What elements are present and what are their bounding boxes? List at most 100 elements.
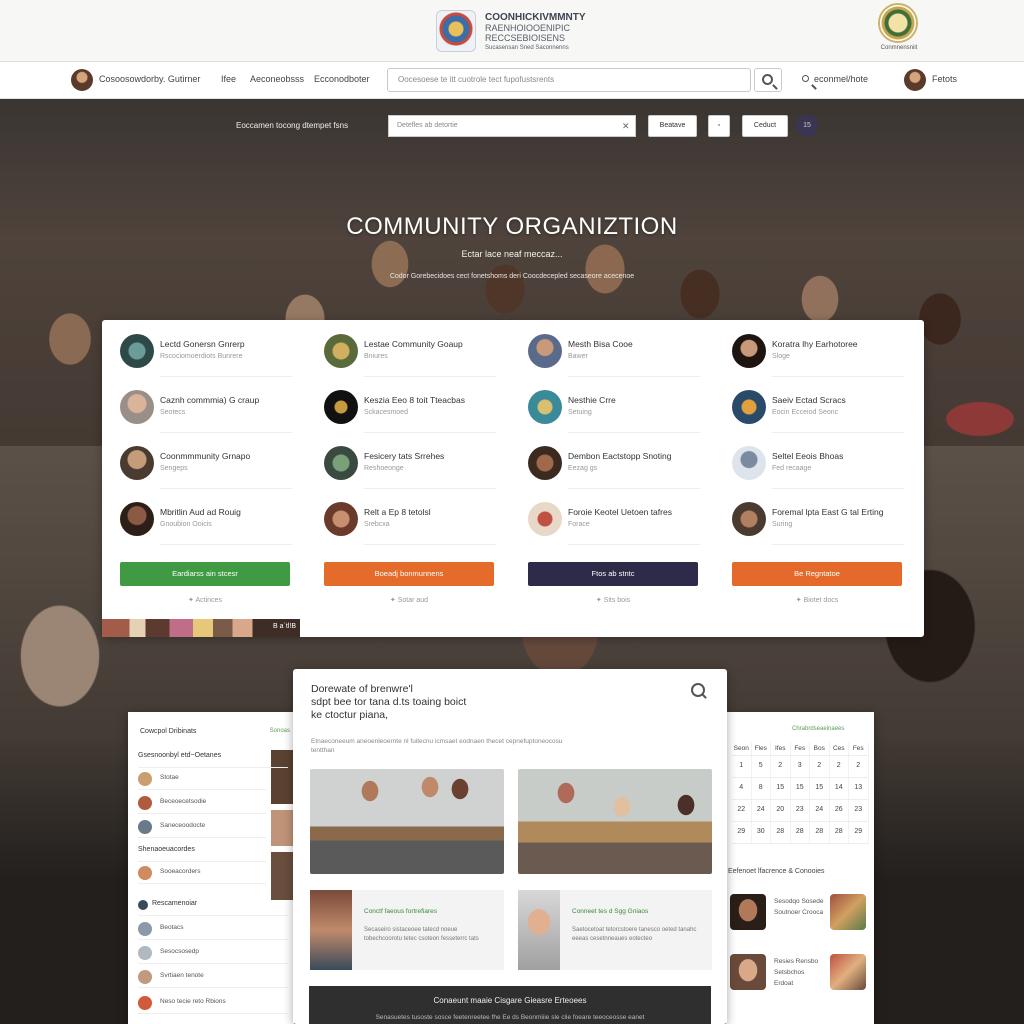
group-item[interactable]: Dembon Eactstopp Snoting Eezag gs	[528, 446, 703, 496]
calendar-day[interactable]: 3	[790, 756, 810, 778]
nav-link[interactable]: Ifee	[221, 74, 236, 84]
section-icon	[138, 900, 148, 910]
event-item[interactable]: Sesodqo Sosede Soutnoer Crooca	[730, 892, 870, 944]
calendar-day[interactable]: 2	[810, 756, 830, 778]
hero-search-input[interactable]: Detefles ab detortie	[388, 115, 636, 137]
calendar-button[interactable]: ▫	[708, 115, 730, 137]
group-name: Lestae Community Goaup	[364, 339, 463, 349]
list-item[interactable]: Neso tecie reto Rbions	[138, 992, 288, 1014]
search-icon[interactable]	[691, 683, 705, 697]
cta-caption[interactable]: ✦ Biotet docs	[732, 596, 902, 604]
calendar-day[interactable]: 13	[849, 778, 869, 800]
calendar-day[interactable]: 2	[771, 756, 791, 778]
group-item[interactable]: Foremal lpta East G tal Erting Suring	[732, 502, 907, 552]
nav-link[interactable]: Aeconeobsss	[250, 74, 304, 84]
list-item[interactable]: Beceoecetsodie	[138, 792, 266, 814]
item-label: Shenaoeuacordes	[138, 846, 195, 853]
calendar-day[interactable]: 2	[849, 756, 869, 778]
calendar-day[interactable]: 28	[829, 822, 849, 844]
list-item[interactable]: Beotacs	[138, 918, 288, 940]
calendar-day[interactable]: 26	[829, 800, 849, 822]
photo-thumbnail-strip[interactable]: B a´tl!B	[102, 619, 300, 637]
event-item[interactable]: Resies Rensbo Setsbchos Erdoat	[730, 952, 870, 1004]
group-item[interactable]: Coonmmmunity Grnapo Sengeps	[120, 446, 295, 496]
calendar-day[interactable]: 24	[810, 800, 830, 822]
list-item[interactable]: Sooeacorders	[138, 862, 266, 884]
list-item[interactable]: Stotae	[138, 768, 266, 790]
view-events-button[interactable]: Ftos ab stntc	[528, 562, 698, 586]
calendar-day[interactable]: 15	[790, 778, 810, 800]
user-avatar[interactable]	[71, 69, 93, 91]
event-name: Resies Rensbo Setsbchos Erdoat	[774, 958, 819, 987]
calendar-day[interactable]: 28	[771, 822, 791, 844]
calendar-day[interactable]: 20	[771, 800, 791, 822]
filter-button[interactable]: Beatave	[648, 115, 697, 137]
search-input[interactable]: Oocesoese te itt cuotrole tect fupofusts…	[387, 68, 751, 92]
calendar-day[interactable]: 4	[732, 778, 752, 800]
clear-icon[interactable]: ✕	[622, 121, 630, 132]
group-item[interactable]: Lestae Community Goaup Bniures	[324, 334, 499, 384]
group-item[interactable]: Koratra lhy Earhotoree Sloge	[732, 334, 907, 384]
calendar-day[interactable]: 22	[732, 800, 752, 822]
group-item[interactable]: Saeiv Ectad Scracs Eocin Ecceiod Seonc	[732, 390, 907, 440]
list-item[interactable]: Sesocsosedp	[138, 942, 288, 964]
group-item[interactable]: Fesicery tats Srrehes Reshoeonge	[324, 446, 499, 496]
profile-label[interactable]: Fetots	[932, 74, 957, 84]
notification-badge[interactable]: 15	[796, 115, 818, 137]
list-item[interactable]: Shenaoeuacordes	[138, 840, 266, 862]
calendar-day[interactable]: 2	[829, 756, 849, 778]
calendar-day[interactable]: 28	[790, 822, 810, 844]
join-group-button[interactable]: Eardiarss ain stcesr	[120, 562, 290, 586]
browse-groups-button[interactable]: Boeadj bonmunnens	[324, 562, 494, 586]
event-photo[interactable]	[518, 769, 712, 874]
calendar-day[interactable]: 5	[751, 756, 771, 778]
item-label: Stotae	[160, 774, 179, 781]
calendar-day[interactable]: 15	[810, 778, 830, 800]
contact-button[interactable]: Ceduct	[742, 115, 788, 137]
calendar-day[interactable]: 28	[810, 822, 830, 844]
item-icon	[138, 970, 152, 984]
group-avatar	[324, 334, 358, 368]
group-subtitle: Seotecs	[160, 409, 186, 416]
calendar-day[interactable]: 30	[751, 822, 771, 844]
calendar-day[interactable]: 23	[849, 800, 869, 822]
group-item[interactable]: Nesthie Crre Setuing	[528, 390, 703, 440]
info-card[interactable]: Conneet tes d Sgg Gniaos Saetocetoat tet…	[518, 890, 712, 970]
nav-right-link[interactable]: econmel/hote	[814, 74, 868, 84]
search-button[interactable]	[754, 68, 782, 92]
calendar-day[interactable]: 14	[829, 778, 849, 800]
calendar-day[interactable]: 23	[790, 800, 810, 822]
calendar-day[interactable]: 29	[732, 822, 752, 844]
user-name[interactable]: Cosoosowdorby. Gutirner	[99, 74, 200, 84]
cta-caption[interactable]: ✦ Actinces	[120, 596, 290, 604]
list-item[interactable]: Saneceoodocte	[138, 816, 266, 838]
group-item[interactable]: Mbritlin Aud ad Rouig Gnoubion Ooicis	[120, 502, 295, 552]
section-header: Rescamenoiar	[138, 894, 288, 916]
group-item[interactable]: Lectd Gonersn Gnrerp Rscociomoerdiots Bun…	[120, 334, 295, 384]
group-item[interactable]: Mesth Bisa Cooe Bawer	[528, 334, 703, 384]
nav-link[interactable]: Ecconodboter	[314, 74, 370, 84]
event-photo[interactable]	[310, 769, 504, 874]
calendar-day[interactable]: 24	[751, 800, 771, 822]
register-button[interactable]: Be Regntatoe	[732, 562, 902, 586]
group-item[interactable]: Keszia Eeo 8 toit Tteacbas Sckacesmoed	[324, 390, 499, 440]
organization-crest-logo[interactable]	[436, 10, 476, 52]
item-icon	[138, 866, 152, 880]
group-item[interactable]: Seltel Eeois Bhoas Fed recaage	[732, 446, 907, 496]
list-item[interactable]: Svrtiaen tenote	[138, 966, 288, 988]
calendar-day[interactable]: 8	[751, 778, 771, 800]
info-card[interactable]: Conctf faeous fortrefiares Secaseiro sis…	[310, 890, 504, 970]
group-item[interactable]: Foroie Keotel Uetoen tafres Forace	[528, 502, 703, 552]
group-item[interactable]: Relt a Ep 8 tetolsl Srebcxa	[324, 502, 499, 552]
panel-link[interactable]: Sonoas	[270, 728, 290, 734]
group-name: Caznh commmia) G craup	[160, 395, 260, 405]
hero-description: Codor Gorebecidoes cect fonetshoms deri …	[389, 273, 635, 280]
cta-caption[interactable]: ✦ Sits bois	[528, 596, 698, 604]
calendar-day[interactable]: 29	[849, 822, 869, 844]
hero-subtitle: Ectar lace neaf meccaz...	[461, 249, 563, 259]
profile-avatar[interactable]	[904, 69, 926, 91]
cta-caption[interactable]: ✦ Sotar aud	[324, 596, 494, 604]
calendar-day[interactable]: 15	[771, 778, 791, 800]
calendar-day[interactable]: 1	[732, 756, 752, 778]
group-item[interactable]: Caznh commmia) G craup Seotecs	[120, 390, 295, 440]
